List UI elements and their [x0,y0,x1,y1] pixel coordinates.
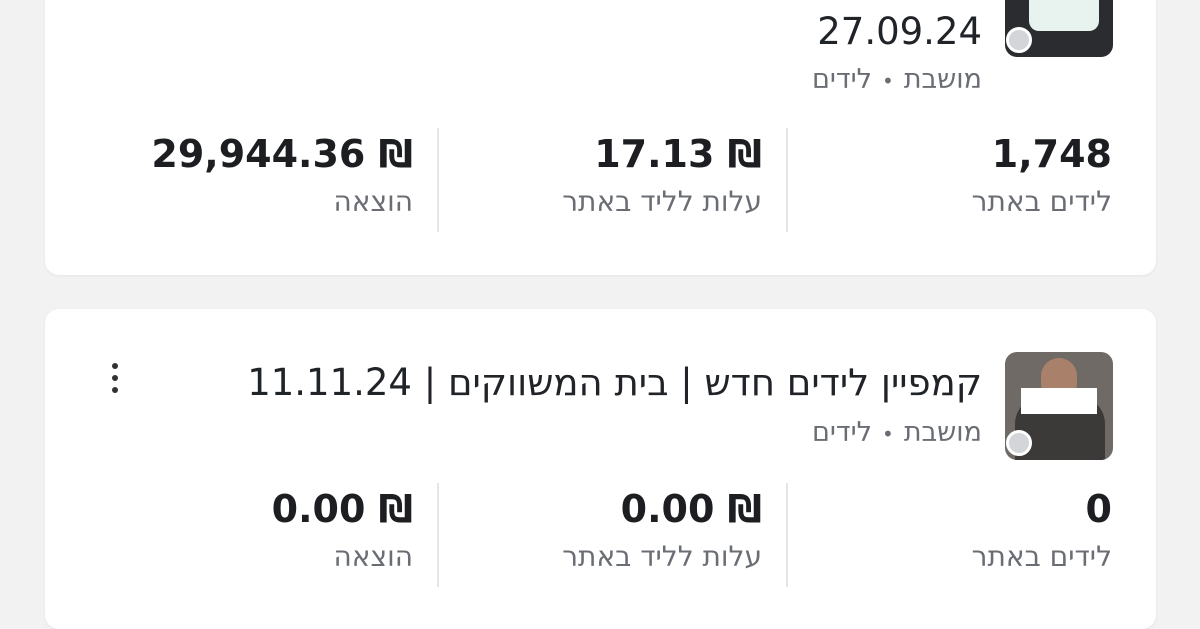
stat-divider [437,128,439,232]
campaign-status: מושבת [903,417,982,448]
campaign-title[interactable]: קמפיין לידים חדש | בית המשווקים | 11.11.… [247,361,982,405]
campaign-objective: לידים [811,417,873,448]
more-vertical-icon[interactable] [107,363,123,403]
status-dot-icon [1006,430,1032,456]
stat-number: 29,944.36 [151,132,366,176]
stat-number: 0.00 [271,487,366,531]
campaign-stats: 0 לידים באתר ₪ 0.00 עלות לליד באתר ₪ 0.0… [45,483,1156,587]
stat-number: 17.13 [594,132,715,176]
stat-label: עלות לליד באתר [562,185,762,218]
meta-separator: • [882,421,894,446]
stat-label: לידים באתר [971,185,1112,218]
stat-value: ₪ 0.00 [562,485,762,533]
currency-symbol: ₪ [378,487,413,531]
stat-value: ₪ 0.00 [272,485,413,533]
thumbnail-caption-image [1021,388,1097,414]
meta-separator: • [882,68,894,93]
stat-spend: ₪ 29,944.36 הוצאה [151,128,413,232]
stat-divider [786,483,788,587]
currency-symbol: ₪ [378,132,413,176]
currency-symbol: ₪ [727,132,762,176]
stat-label: הוצאה [333,540,413,573]
campaign-objective: לידים [811,64,873,95]
campaign-card[interactable]: 27.09.24 מושבת • לידים 1,748 לידים באתר ₪ … [45,0,1156,275]
currency-symbol: ₪ [727,487,762,531]
stat-label: לידים באתר [971,540,1112,573]
campaign-stats: 1,748 לידים באתר ₪ 17.13 עלות לליד באתר … [45,128,1156,232]
stat-number: 0.00 [620,487,715,531]
campaign-card[interactable]: קמפיין לידים חדש | בית המשווקים | 11.11.… [45,309,1156,629]
stat-website-leads: 1,748 לידים באתר [972,128,1112,232]
stat-cost-per-lead: ₪ 17.13 עלות לליד באתר [562,128,762,232]
stat-cost-per-lead: ₪ 0.00 עלות לליד באתר [562,483,762,587]
phone-screen-image [1029,0,1099,31]
stat-spend: ₪ 0.00 הוצאה [272,483,413,587]
stat-value: ₪ 17.13 [562,130,762,178]
campaign-status: מושבת [903,64,982,95]
stat-divider [786,128,788,232]
stat-website-leads: 0 לידים באתר [972,483,1112,587]
campaign-meta: מושבת • לידים [812,416,982,451]
stat-value: ₪ 29,944.36 [151,130,413,178]
campaign-title[interactable]: 27.09.24 [817,10,982,54]
status-dot-icon [1006,27,1032,53]
stat-value: 1,748 [991,132,1112,176]
campaign-meta: מושבת • לידים [812,63,982,98]
stat-value: 0 [1085,487,1112,531]
stat-label: עלות לליד באתר [562,540,762,573]
stat-divider [437,483,439,587]
stat-label: הוצאה [333,185,413,218]
